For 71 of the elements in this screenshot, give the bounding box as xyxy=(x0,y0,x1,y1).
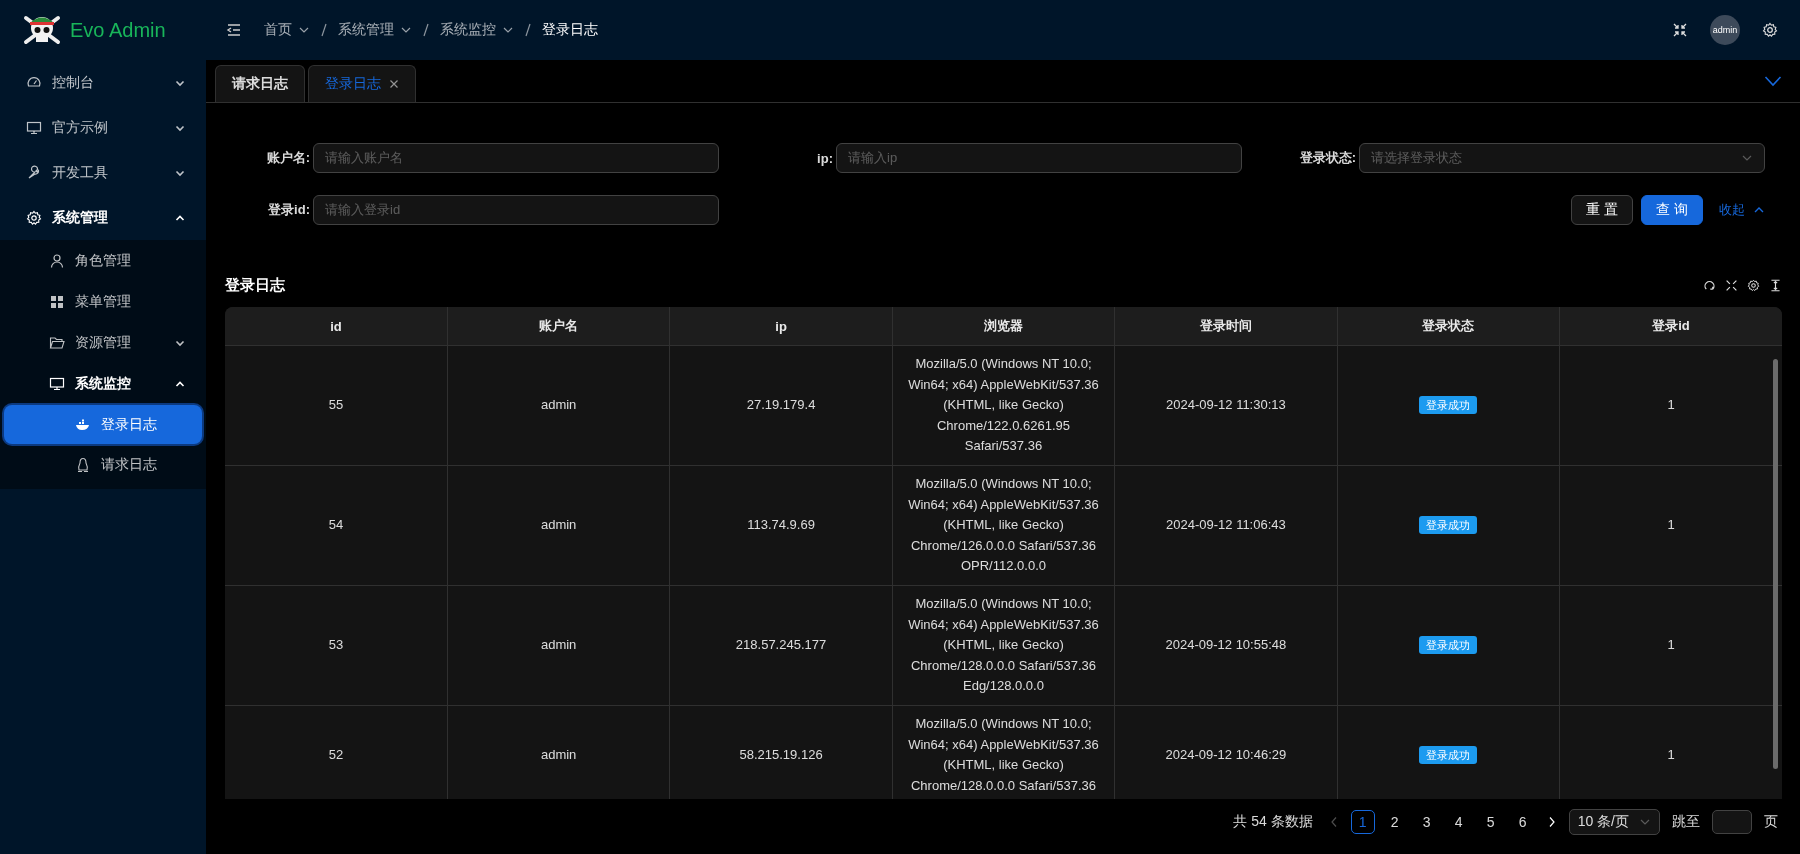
sidebar-item[interactable]: 登录日志 xyxy=(4,405,202,444)
page-suffix: 页 xyxy=(1764,813,1778,831)
breadcrumb-link[interactable]: 系统监控 xyxy=(440,21,496,39)
table-cell: 218.57.245.177 xyxy=(735,637,827,653)
table-cell: 54 xyxy=(328,517,344,533)
sidebar-item[interactable]: 控制台 xyxy=(0,60,206,105)
sidebar-item[interactable]: 开发工具 xyxy=(0,150,206,195)
page-number[interactable]: 3 xyxy=(1414,810,1439,834)
table-cell: 27.19.179.4 xyxy=(746,397,816,413)
page-number[interactable]: 6 xyxy=(1510,810,1535,834)
sidebar-item[interactable]: 资源管理 xyxy=(0,322,206,363)
table-cell: 2024-09-12 11:30:13 xyxy=(1166,397,1286,413)
column-header: 登录id xyxy=(1559,307,1782,346)
field-label: ip: xyxy=(816,150,833,166)
table-cell: 1 xyxy=(1667,746,1675,762)
sidebar-item[interactable]: 系统管理 xyxy=(0,195,206,240)
field-label: 账户名: xyxy=(265,149,310,167)
page-size-select[interactable]: 10 条/页 xyxy=(1568,809,1660,835)
table-cell: admin xyxy=(540,746,577,762)
status-tag: 登录成功 xyxy=(1419,636,1478,655)
table-cell: 2024-09-12 10:46:29 xyxy=(1165,746,1287,762)
collapse-link[interactable]: 收起 xyxy=(1719,201,1765,219)
table-cell-text: Mozilla/5.0 (Windows NT 10.0; Win64; x64) AppleWebKit/537.36 (KHTML, like Gecko) Chrome/128.0.0.0 Safari/537.36 xyxy=(908,714,1099,795)
column-header: ip xyxy=(669,307,893,346)
table-title: 登录日志 xyxy=(225,275,285,295)
brand-name: Evo Admin xyxy=(70,18,166,42)
table-cell-text: Mozilla/5.0 (Windows NT 10.0; Win64; x64) AppleWebKit/537.36 (KHTML, like Gecko) Chrome/128.0.0.0 Safari/537.36 Edg/128.0.0.0 xyxy=(908,594,1099,696)
table-cell: 1 xyxy=(1667,397,1675,413)
sidebar-item[interactable]: 官方示例 xyxy=(0,105,206,150)
table-cell: 58.215.19.126 xyxy=(739,746,823,762)
column-header: 登录时间 xyxy=(1114,307,1338,346)
jump-label: 跳至 xyxy=(1672,813,1700,831)
breadcrumb-link[interactable]: 系统管理 xyxy=(338,21,394,39)
table-cell: 53 xyxy=(328,637,344,653)
status-tag: 登录成功 xyxy=(1419,396,1478,415)
sidebar-item[interactable]: 菜单管理 xyxy=(0,281,206,322)
table-cell: admin xyxy=(540,517,577,533)
table-cell: 2024-09-12 10:55:48 xyxy=(1165,637,1287,653)
sidebar-item[interactable]: 系统监控 xyxy=(0,363,206,404)
column-header: 账户名 xyxy=(447,307,670,346)
table-cell: admin xyxy=(540,397,577,413)
table-cell: 1 xyxy=(1667,637,1675,653)
table-cell: 113.74.9.69 xyxy=(747,517,815,533)
page-tab[interactable]: 登录日志 xyxy=(308,65,416,102)
table-cell: 52 xyxy=(328,746,344,762)
field-label: 登录id: xyxy=(267,201,310,219)
column-header: 登录状态 xyxy=(1337,307,1560,346)
page-number[interactable]: 1 xyxy=(1350,810,1375,834)
page-number[interactable]: 4 xyxy=(1446,810,1471,834)
user-avatar[interactable]: admin xyxy=(1710,15,1740,45)
sidebar-item[interactable]: 角色管理 xyxy=(0,240,206,281)
field-label: 登录状态: xyxy=(1298,149,1356,167)
sidebar-item[interactable]: 请求日志 xyxy=(4,445,202,484)
table-cell: admin xyxy=(540,637,577,653)
table-cell: 55 xyxy=(328,397,344,413)
breadcrumb-current: 登录日志 xyxy=(542,21,598,39)
search-button[interactable]: 查 询 xyxy=(1641,195,1703,225)
total-count: 共 54 条数据 xyxy=(1233,813,1313,831)
table-cell-text: Mozilla/5.0 (Windows NT 10.0; Win64; x64) AppleWebKit/537.36 (KHTML, like Gecko) Chrome/126.0.0.0 Safari/537.36 OPR/112.0.0.0 xyxy=(908,474,1099,576)
breadcrumb-link[interactable]: 首页 xyxy=(264,21,292,39)
page-tab[interactable]: 请求日志 xyxy=(215,65,305,102)
page-number[interactable]: 5 xyxy=(1478,810,1503,834)
table-cell: 2024-09-12 11:06:43 xyxy=(1166,517,1286,533)
reset-button[interactable]: 重 置 xyxy=(1571,195,1634,225)
status-tag: 登录成功 xyxy=(1419,745,1478,764)
column-header: id xyxy=(225,307,448,346)
table-cell-text: Mozilla/5.0 (Windows NT 10.0; Win64; x64) AppleWebKit/537.36 (KHTML, like Gecko) Chrome/122.0.6261.95 Safari/537.36 xyxy=(908,355,1099,456)
table-cell: 1 xyxy=(1667,517,1675,533)
status-tag: 登录成功 xyxy=(1419,516,1478,535)
page-number[interactable]: 2 xyxy=(1382,810,1407,834)
column-header: 浏览器 xyxy=(892,307,1115,346)
